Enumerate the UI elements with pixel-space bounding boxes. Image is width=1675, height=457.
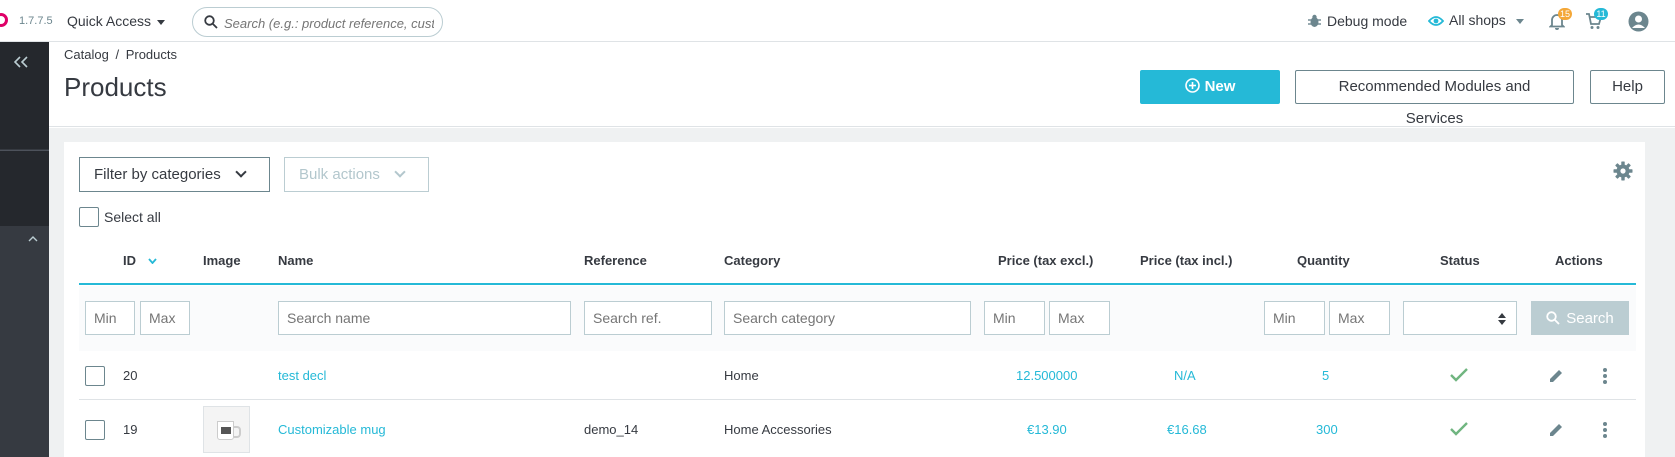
prestashop-logo[interactable] <box>0 13 8 27</box>
user-account-icon[interactable] <box>1628 11 1649 32</box>
quantity-max-input[interactable] <box>1329 301 1390 335</box>
reference-search-input[interactable] <box>584 301 712 335</box>
row-quantity[interactable]: 300 <box>1316 422 1338 437</box>
sort-desc-icon[interactable] <box>148 258 157 264</box>
row-checkbox[interactable] <box>85 420 105 440</box>
search-button[interactable]: Search <box>1531 301 1629 335</box>
column-header-quantity[interactable]: Quantity <box>1297 253 1350 268</box>
shop-selector[interactable]: All shops <box>1427 12 1524 28</box>
enabled-check-icon[interactable] <box>1449 367 1469 383</box>
orders-count-badge: 15 <box>1558 8 1573 20</box>
column-header-id-label: ID <box>123 253 136 268</box>
name-search-input[interactable] <box>278 301 571 335</box>
row-price-excl[interactable]: 12.500000 <box>1016 368 1077 383</box>
column-header-name[interactable]: Name <box>278 253 313 268</box>
column-header-id[interactable]: ID <box>123 253 136 268</box>
recommended-modules-button[interactable]: Recommended Modules and Services <box>1295 70 1574 127</box>
row-price-incl[interactable]: N/A <box>1174 368 1196 383</box>
row-divider <box>79 399 1636 400</box>
sidebar-section <box>0 42 49 149</box>
sidebar <box>0 42 49 457</box>
notifications-carts[interactable]: 11 <box>1585 8 1608 35</box>
chevron-up-icon[interactable] <box>28 236 38 242</box>
caret-down-icon <box>1515 18 1524 24</box>
version-label: 1.7.7.5 <box>19 15 53 27</box>
bulk-actions-button[interactable]: Bulk actions <box>284 157 429 192</box>
header-search-box[interactable] <box>192 7 443 37</box>
row-category: Home Accessories <box>724 422 832 437</box>
category-search-input[interactable] <box>724 301 971 335</box>
debug-mode-indicator[interactable]: Debug mode <box>1308 13 1407 29</box>
header-underline <box>79 283 1636 285</box>
more-actions-icon[interactable] <box>1602 421 1608 439</box>
column-header-category[interactable]: Category <box>724 253 780 268</box>
column-header-image: Image <box>203 253 241 268</box>
price-max-input[interactable] <box>1049 301 1110 335</box>
mug-image <box>217 421 241 440</box>
help-button[interactable]: Help <box>1590 70 1665 104</box>
column-header-price-incl: Price (tax incl.) <box>1140 253 1233 268</box>
row-id: 19 <box>123 422 138 437</box>
chevron-down-icon <box>235 166 247 178</box>
search-icon <box>204 15 218 29</box>
eye-icon <box>1427 16 1445 26</box>
breadcrumb: Catalog / Products <box>64 47 177 62</box>
search-button-label: Search <box>1566 309 1614 327</box>
all-shops-label: All shops <box>1449 12 1506 28</box>
product-thumbnail[interactable] <box>203 406 250 453</box>
bug-icon <box>1308 14 1321 27</box>
row-product-name[interactable]: test decl <box>278 368 326 383</box>
edit-pencil-icon[interactable] <box>1548 368 1564 384</box>
column-header-price-excl[interactable]: Price (tax excl.) <box>998 253 1093 268</box>
more-actions-icon[interactable] <box>1602 367 1608 385</box>
row-reference: demo_14 <box>584 422 639 437</box>
chevron-down-icon <box>394 166 406 178</box>
breadcrumb-catalog[interactable]: Catalog <box>64 47 109 62</box>
breadcrumb-products[interactable]: Products <box>126 47 177 62</box>
header-search-input[interactable] <box>224 14 434 32</box>
add-circle-icon <box>1184 78 1200 93</box>
carts-count-badge: 11 <box>1594 8 1608 20</box>
debug-mode-label: Debug mode <box>1327 13 1408 29</box>
price-min-input[interactable] <box>984 301 1045 335</box>
row-id: 20 <box>123 368 138 383</box>
row-category: Home <box>724 368 759 383</box>
select-all-label[interactable]: Select all <box>104 209 161 225</box>
edit-pencil-icon[interactable] <box>1548 422 1564 438</box>
filter-by-categories-button[interactable]: Filter by categories <box>79 157 270 192</box>
column-header-status[interactable]: Status <box>1440 253 1480 268</box>
quick-access-dropdown[interactable]: Quick Access <box>67 13 166 29</box>
quick-access-label: Quick Access <box>67 13 152 29</box>
mug-print <box>221 427 231 434</box>
quantity-min-input[interactable] <box>1264 301 1325 335</box>
page-title: Products <box>64 72 167 102</box>
status-select[interactable] <box>1403 301 1517 335</box>
top-bar: 1.7.7.5 Quick Access Debug mode All shop… <box>0 0 1675 42</box>
id-max-input[interactable] <box>140 301 190 335</box>
collapse-sidebar-icon[interactable] <box>14 56 28 68</box>
breadcrumb-separator: / <box>115 47 120 62</box>
bulk-actions-label: Bulk actions <box>299 166 380 183</box>
row-product-name[interactable]: Customizable mug <box>278 422 386 437</box>
column-header-reference[interactable]: Reference <box>584 253 647 268</box>
row-quantity[interactable]: 5 <box>1322 368 1329 383</box>
search-icon <box>1546 310 1560 325</box>
row-price-incl[interactable]: €16.68 <box>1167 422 1207 437</box>
row-checkbox[interactable] <box>85 366 105 386</box>
row-price-excl[interactable]: €13.90 <box>1027 422 1067 437</box>
gear-icon[interactable] <box>1613 161 1633 181</box>
select-all-checkbox[interactable] <box>79 207 99 227</box>
enabled-check-icon[interactable] <box>1449 421 1469 437</box>
sidebar-active-section[interactable] <box>0 151 49 226</box>
new-product-button[interactable]: New product <box>1140 70 1280 127</box>
notifications-orders[interactable]: 15 <box>1548 8 1573 35</box>
filter-by-categories-label: Filter by categories <box>94 166 221 183</box>
id-min-input[interactable] <box>85 301 135 335</box>
column-header-actions: Actions <box>1555 253 1603 268</box>
caret-down-icon <box>157 19 166 25</box>
select-arrows-icon <box>1498 313 1506 325</box>
